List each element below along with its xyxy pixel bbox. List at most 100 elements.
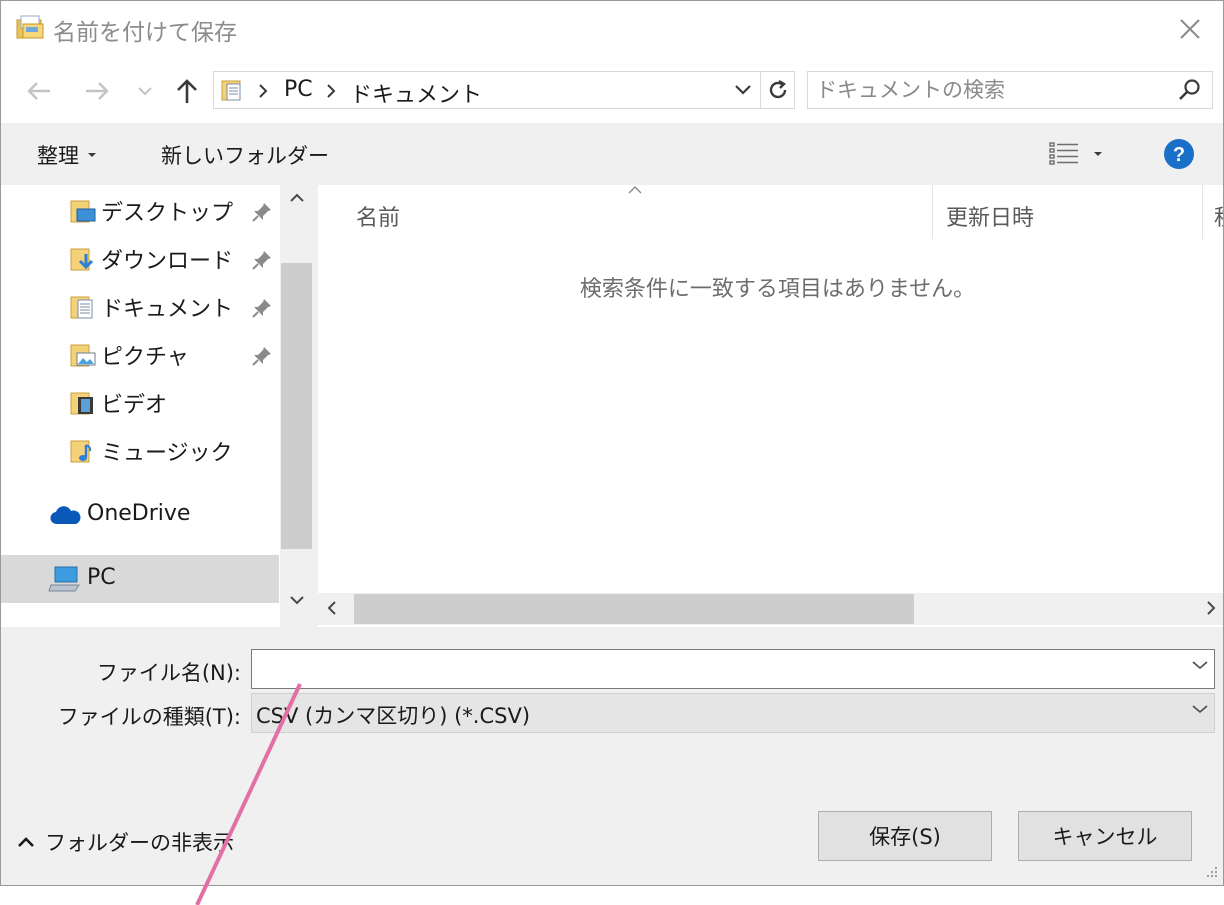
hide-folders-label: フォルダーの非表示: [45, 831, 234, 855]
chevron-down-icon: [289, 596, 304, 605]
nav-label: ミュージック: [101, 441, 233, 466]
help-icon[interactable]: ?: [1163, 138, 1195, 170]
search-icon[interactable]: [1178, 78, 1202, 102]
music-folder-icon: [70, 440, 92, 463]
address-bar[interactable]: PC ドキュメント: [213, 71, 795, 109]
caret-down-icon: [1094, 152, 1102, 156]
chevron-down-icon: [1192, 705, 1208, 714]
filetype-value: CSV (カンマ区切り) (*.CSV): [256, 704, 531, 728]
chevron-left-icon[interactable]: [326, 597, 338, 619]
chevron-right-icon[interactable]: [1205, 597, 1217, 619]
filename-label: ファイル名(N):: [96, 661, 241, 685]
sort-ascending-icon: [628, 186, 642, 194]
chevron-right-icon: [327, 84, 336, 98]
column-header-modified[interactable]: 更新日時: [946, 200, 1034, 254]
nav-label: OneDrive: [87, 501, 191, 526]
pin-icon[interactable]: [251, 249, 273, 271]
command-bar: 整理 新しいフォルダー: [1, 123, 1223, 185]
filename-input[interactable]: [258, 654, 1158, 684]
recent-locations-button[interactable]: [129, 73, 161, 109]
close-icon: [1180, 19, 1200, 39]
pin-icon[interactable]: [251, 297, 273, 319]
scrollbar-thumb[interactable]: [281, 263, 312, 549]
arrow-up-icon: [177, 79, 197, 103]
forward-button[interactable]: [79, 73, 115, 109]
desktop-folder-icon: [70, 200, 96, 223]
hide-folders-toggle[interactable]: フォルダーの非表示: [17, 827, 234, 857]
nav-label: PC: [87, 565, 116, 590]
cancel-button[interactable]: キャンセル: [1018, 811, 1192, 861]
nav-item-pc[interactable]: PC: [1, 555, 279, 603]
new-folder-button[interactable]: 新しいフォルダー: [161, 140, 329, 170]
svg-text:?: ?: [1173, 144, 1185, 166]
nav-item-onedrive[interactable]: OneDrive: [1, 491, 279, 539]
address-history-dropdown[interactable]: [726, 72, 760, 108]
close-button[interactable]: [1157, 1, 1223, 57]
nav-label: デスクトップ: [101, 201, 234, 226]
breadcrumb-documents[interactable]: ドキュメント: [350, 77, 482, 109]
chevron-down-icon: [138, 87, 152, 96]
pictures-folder-icon: [70, 344, 96, 367]
nav-item-music[interactable]: ミュージック: [1, 427, 279, 475]
save-dialog-icon: [16, 15, 44, 39]
videos-folder-icon: [70, 392, 93, 415]
resize-grip-icon[interactable]: [1203, 865, 1219, 881]
caret-down-icon: [88, 153, 96, 157]
documents-folder-icon: [70, 296, 93, 319]
nav-item-pictures[interactable]: ピクチャ: [1, 331, 279, 379]
column-divider[interactable]: [932, 185, 933, 239]
scrollbar-thumb[interactable]: [354, 594, 914, 624]
file-list-horizontal-scrollbar[interactable]: [318, 593, 1223, 625]
organize-label: 整理: [37, 144, 79, 168]
filename-combobox: [251, 649, 1215, 689]
back-button[interactable]: [21, 73, 57, 109]
refresh-icon: [769, 79, 787, 99]
nav-item-desktop[interactable]: デスクトップ: [1, 187, 279, 235]
downloads-folder-icon: [70, 248, 94, 271]
nav-label: ピクチャ: [101, 345, 189, 370]
arrow-right-icon: [86, 82, 109, 100]
window-title: 名前を付けて保存: [53, 20, 237, 46]
breadcrumb-pc[interactable]: PC: [284, 77, 313, 102]
computer-icon: [48, 566, 80, 592]
empty-list-message: 検索条件に一致する項目はありません。: [579, 277, 976, 302]
new-folder-label: 新しいフォルダー: [161, 144, 329, 168]
nav-vertical-scrollbar[interactable]: [280, 185, 313, 627]
arrow-left-icon: [27, 82, 50, 100]
organize-menu-button[interactable]: 整理: [37, 140, 97, 170]
scroll-down-button[interactable]: [280, 595, 313, 619]
navigation-pane: デスクトップ ダウンロード ドキュメント ピクチャ ビデオ ミュージック One…: [1, 185, 313, 627]
chevron-up-icon: [18, 837, 34, 847]
save-button[interactable]: 保存(S): [818, 811, 992, 861]
nav-item-documents[interactable]: ドキュメント: [1, 283, 279, 331]
column-divider[interactable]: [1202, 185, 1203, 239]
pin-icon[interactable]: [251, 345, 273, 367]
change-view-button[interactable]: [1049, 139, 1115, 169]
nav-item-videos[interactable]: ビデオ: [1, 379, 279, 427]
nav-label: ドキュメント: [101, 297, 234, 322]
chevron-up-icon: [289, 193, 304, 202]
up-button[interactable]: [169, 73, 205, 109]
address-row: PC ドキュメント: [1, 57, 1223, 123]
file-list-pane: 名前 更新日時 種 検索条件に一致する項目はありません。: [318, 185, 1223, 627]
title-bar: 名前を付けて保存: [1, 1, 1223, 57]
nav-label: ビデオ: [101, 393, 168, 418]
scroll-up-button[interactable]: [280, 193, 313, 217]
save-as-dialog: 名前を付けて保存 PC ドキュメント ドキュメントの検索 整理 新しいフォルダー…: [0, 0, 1224, 886]
column-header-type[interactable]: 種: [1214, 200, 1223, 254]
filetype-label: ファイルの種類(T):: [57, 705, 241, 729]
search-input[interactable]: [816, 76, 1166, 104]
search-box: [807, 71, 1213, 109]
onedrive-cloud-icon: [50, 506, 81, 525]
pin-icon[interactable]: [251, 201, 273, 223]
details-view-icon: [1049, 142, 1078, 165]
filetype-select[interactable]: CSV (カンマ区切り) (*.CSV): [251, 693, 1215, 733]
refresh-button[interactable]: [760, 72, 795, 108]
documents-folder-icon: [221, 80, 241, 101]
chevron-down-icon: [735, 85, 751, 95]
nav-label: ダウンロード: [101, 249, 234, 274]
chevron-down-icon[interactable]: [1192, 660, 1208, 670]
column-header-name[interactable]: 名前: [356, 200, 400, 254]
nav-item-downloads[interactable]: ダウンロード: [1, 235, 279, 283]
chevron-right-icon: [259, 84, 268, 98]
